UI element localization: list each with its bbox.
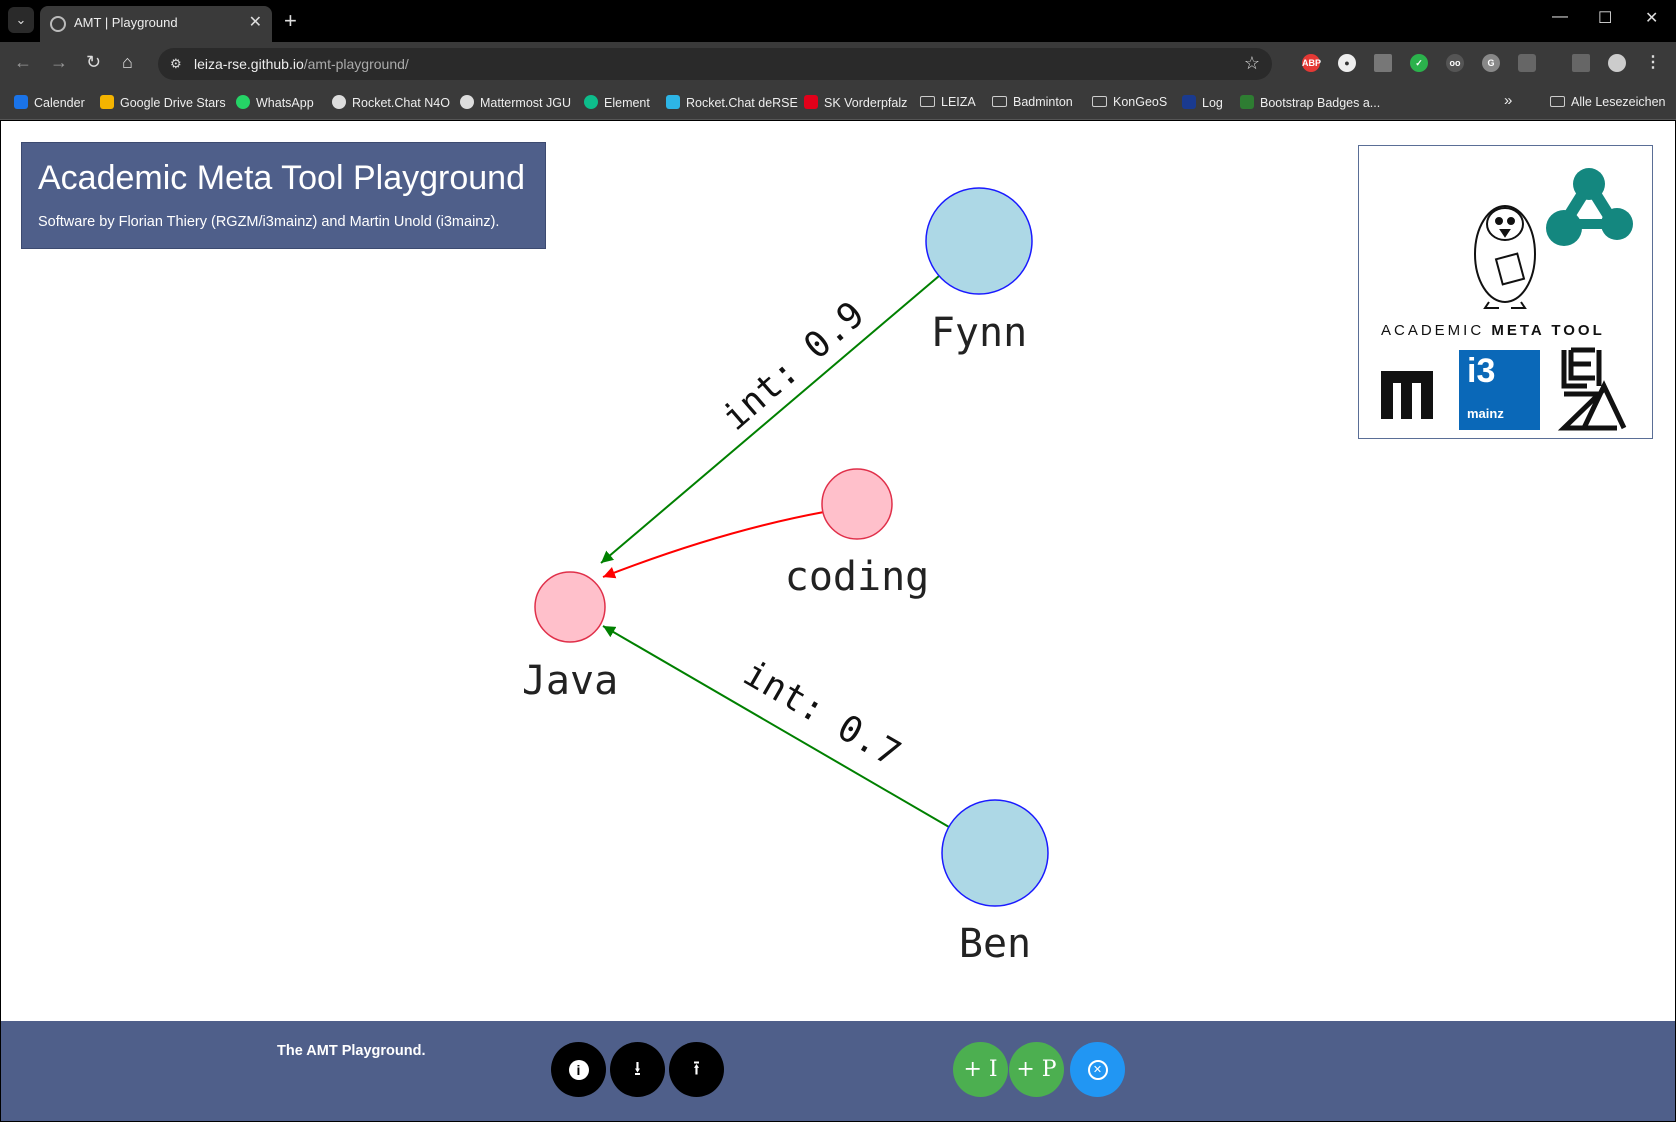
upload-button[interactable]: ⭱ — [669, 1042, 724, 1097]
mattermost-icon — [460, 95, 474, 109]
download-icon: ⭳ — [634, 1058, 641, 1080]
site-settings-icon[interactable]: ⚙ — [170, 56, 182, 72]
edge-label-ben-java: int: 0.7 — [736, 653, 907, 775]
leiza-logo-icon — [1557, 347, 1627, 431]
node-label-ben: Ben — [959, 921, 1031, 967]
browser-window: ⌄ AMT | Playground ✕ + — ☐ ✕ ← → ↻ ⌂ ⚙ l… — [0, 0, 1676, 1122]
node-label-java: Java — [522, 658, 618, 704]
folder-icon — [1092, 96, 1107, 107]
more-bookmarks-chevron-icon[interactable]: » — [1504, 92, 1512, 109]
add-individual-label: + I — [963, 1057, 998, 1082]
add-individual-button[interactable]: + I — [953, 1042, 1008, 1097]
logo-panel: ACADEMIC META TOOL i3 mainz — [1358, 145, 1653, 439]
mainz-logo-text: mainz — [1467, 406, 1504, 421]
bookmark-star-icon[interactable]: ☆ — [1244, 53, 1260, 74]
home-icon[interactable]: ⌂ — [122, 52, 133, 73]
extensions-puzzle-icon[interactable] — [1518, 54, 1536, 72]
reload-icon[interactable]: ↻ — [86, 52, 101, 73]
add-property-button[interactable]: + P — [1009, 1042, 1064, 1097]
tab-active[interactable]: AMT | Playground ✕ — [40, 6, 272, 42]
tab-title: AMT | Playground — [74, 15, 178, 30]
node-label-fynn: Fynn — [931, 310, 1027, 356]
upload-icon: ⭱ — [693, 1058, 700, 1080]
bookmark-folder-badminton[interactable]: Badminton — [992, 95, 1073, 109]
rocket-icon — [332, 95, 346, 109]
globe-icon — [50, 16, 66, 32]
address-bar[interactable]: ⚙ leiza-rse.github.io/amt-playground/ ☆ — [158, 48, 1272, 80]
bookmark-bootstrap-badges[interactable]: Bootstrap Badges a... — [1240, 95, 1380, 110]
close-window-button[interactable]: ✕ — [1645, 8, 1658, 28]
download-button[interactable]: ⭳ — [610, 1042, 665, 1097]
extension-doc-icon[interactable] — [1374, 54, 1392, 72]
log-icon — [1182, 95, 1196, 109]
menu-kebab-icon[interactable]: ⋮ — [1644, 54, 1662, 72]
close-circle-icon: ✕ — [1087, 1059, 1108, 1080]
bookmark-mattermost[interactable]: Mattermost JGU — [460, 95, 571, 110]
page-content: Academic Meta Tool Playground Software b… — [1, 121, 1675, 1121]
minimize-button[interactable]: — — [1552, 8, 1568, 26]
bookmark-log[interactable]: Log — [1182, 95, 1223, 110]
folder-icon — [1550, 96, 1565, 107]
bootstrap-icon — [1240, 95, 1254, 109]
bookmark-rocketchat-derse[interactable]: Rocket.Chat deRSE — [666, 95, 798, 110]
bookmarks-bar: Calender Google Drive Stars WhatsApp Roc… — [0, 86, 1676, 120]
back-arrow-icon[interactable]: ← — [14, 52, 32, 73]
bookmark-whatsapp[interactable]: WhatsApp — [236, 95, 314, 110]
whatsapp-icon — [236, 95, 250, 109]
m-logo-icon — [1381, 371, 1433, 419]
footer-bar: The AMT Playground. i ⭳ ⭱ + I + P ✕ — [1, 1021, 1675, 1121]
node-java[interactable] — [534, 571, 606, 643]
tab-search-button[interactable]: ⌄ — [8, 7, 34, 33]
extension-check-icon[interactable]: ✓ — [1410, 54, 1428, 72]
bookmark-folder-kongeos[interactable]: KonGeoS — [1092, 95, 1167, 109]
tab-strip: ⌄ AMT | Playground ✕ + — ☐ ✕ — [0, 0, 1676, 42]
close-tab-icon[interactable]: ✕ — [249, 12, 262, 32]
url-text[interactable]: leiza-rse.github.io/amt-playground/ — [194, 56, 409, 72]
bookmark-google-drive[interactable]: Google Drive Stars — [100, 95, 226, 110]
amt-network-icon — [1546, 168, 1633, 246]
bookmark-sk-vorderpfalz[interactable]: SK Vorderpfalz — [804, 95, 907, 110]
folder-icon — [920, 96, 935, 107]
adblock-extension-icon[interactable]: ABP — [1302, 54, 1321, 72]
edge-label-fynn-java: int: 0.9 — [715, 294, 873, 439]
drive-icon — [100, 95, 114, 109]
browser-toolbar: ← → ↻ ⌂ ⚙ leiza-rse.github.io/amt-playgr… — [0, 42, 1676, 86]
bookmark-calender[interactable]: Calender — [14, 95, 85, 110]
add-property-label: + P — [1016, 1057, 1057, 1082]
edge-ben-java[interactable] — [602, 625, 950, 828]
info-button[interactable]: i — [551, 1042, 606, 1097]
bookmark-element[interactable]: Element — [584, 95, 650, 110]
extension-circle-icon[interactable]: ● — [1338, 54, 1356, 72]
grammarly-extension-icon[interactable]: G — [1482, 54, 1500, 72]
forward-arrow-icon[interactable]: → — [50, 52, 68, 73]
footer-text: The AMT Playground. — [277, 1043, 426, 1059]
penguin-icon — [1474, 205, 1536, 309]
amt-wordmark: ACADEMIC META TOOL — [1381, 322, 1605, 339]
clear-button[interactable]: ✕ — [1070, 1042, 1125, 1097]
bookmark-rocketchat-n4o[interactable]: Rocket.Chat N4O — [332, 95, 450, 110]
i3mainz-logo: i3 mainz — [1459, 350, 1540, 430]
folder-icon — [992, 96, 1007, 107]
node-label-coding: coding — [785, 554, 930, 600]
node-ben[interactable] — [941, 799, 1049, 907]
i3-logo-text: i3 — [1467, 352, 1496, 390]
bookmark-folder-leiza[interactable]: LEIZA — [920, 95, 976, 109]
calendar-icon — [14, 95, 28, 109]
element-icon — [584, 95, 598, 109]
maximize-button[interactable]: ☐ — [1598, 8, 1612, 28]
node-coding[interactable] — [821, 468, 893, 540]
derse-icon — [666, 95, 680, 109]
side-panel-icon[interactable] — [1572, 54, 1590, 72]
new-tab-button[interactable]: + — [284, 8, 297, 34]
node-fynn[interactable] — [925, 187, 1033, 295]
bookmark-all[interactable]: Alle Lesezeichen — [1550, 95, 1666, 109]
info-icon: i — [568, 1059, 589, 1080]
profile-avatar-icon[interactable] — [1608, 54, 1626, 72]
sparkasse-icon — [804, 95, 818, 109]
extension-glasses-icon[interactable]: oo — [1446, 54, 1464, 72]
